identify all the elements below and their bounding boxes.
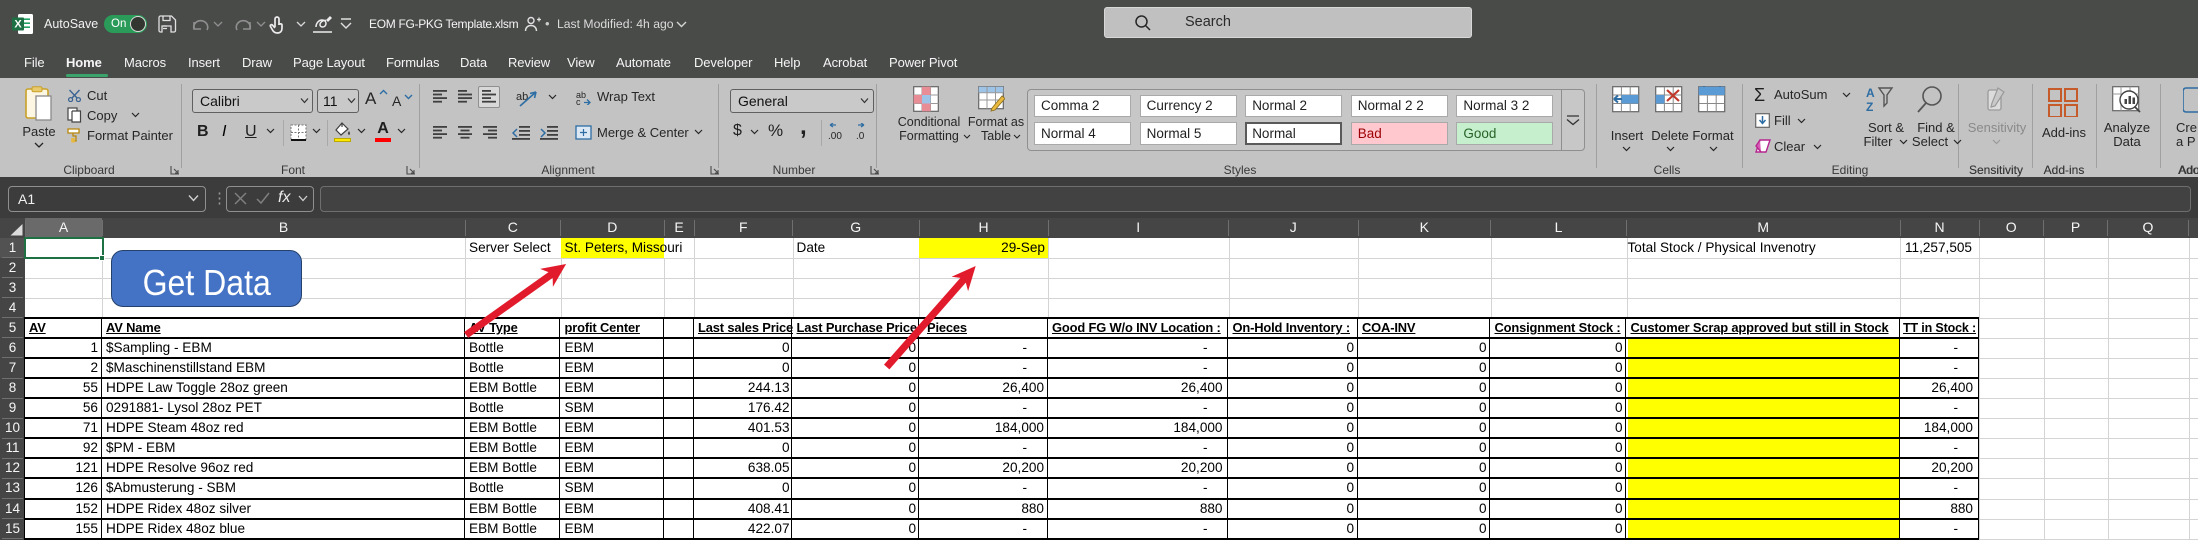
svg-text:X: X (14, 19, 22, 31)
svg-text:.00: .00 (828, 131, 842, 141)
svg-text:A: A (1866, 86, 1875, 100)
svg-text:Z: Z (1866, 100, 1873, 114)
svg-text:c: c (576, 97, 581, 105)
svg-text:.0: .0 (856, 131, 865, 141)
